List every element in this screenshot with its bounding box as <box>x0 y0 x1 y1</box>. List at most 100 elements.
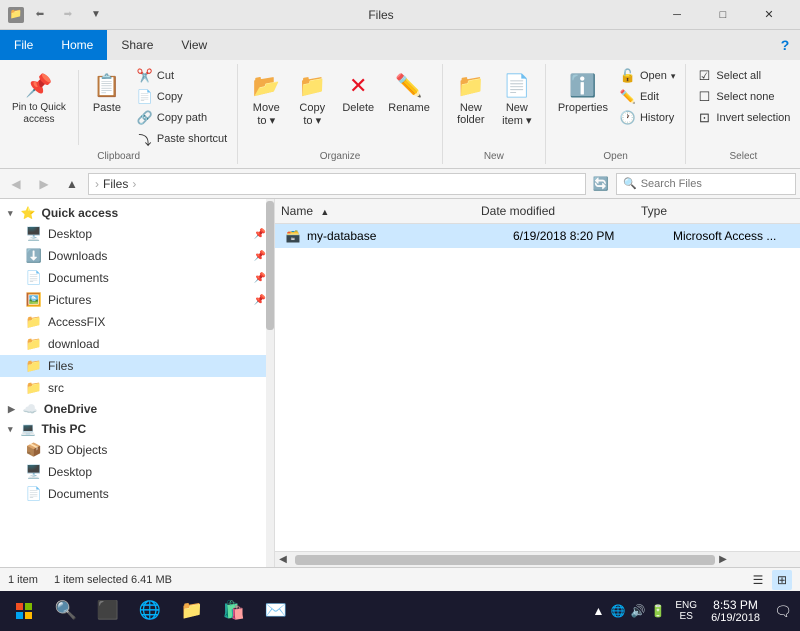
move-to-button[interactable]: 📂 Moveto ▾ <box>244 66 288 131</box>
paste-shortcut-button[interactable]: ⤵ Paste shortcut <box>133 129 231 149</box>
file-row-my-database[interactable]: 🗃️ my-database 6/19/2018 8:20 PM Microso… <box>275 224 800 248</box>
copy-to-button[interactable]: 📁 Copyto ▾ <box>290 66 334 131</box>
tab-file[interactable]: File <box>0 30 47 60</box>
sidebar-onedrive[interactable]: ▶ ☁️ OneDrive <box>0 399 274 419</box>
sidebar-item-accessfix[interactable]: 📁 AccessFIX <box>0 311 274 333</box>
sidebar-item-desktop[interactable]: 🖥️ Desktop 📌 <box>0 223 274 245</box>
file-explorer-button[interactable]: 📁 <box>172 591 212 631</box>
details-view-button[interactable]: ☰ <box>748 570 768 590</box>
edge-button[interactable]: 🌐 <box>130 591 170 631</box>
files-folder-icon: 📁 <box>26 358 42 374</box>
history-button[interactable]: 🕐 History <box>616 108 679 128</box>
language-box[interactable]: ENG ES <box>671 600 701 622</box>
copy-to-icon: 📁 <box>296 70 328 102</box>
properties-label: Properties <box>558 102 608 114</box>
col-name-header[interactable]: Name ▲ <box>275 201 475 221</box>
back-button[interactable]: ◀ <box>4 173 28 195</box>
copy-path-button[interactable]: 🔗 Copy path <box>133 108 231 128</box>
close-button[interactable]: ✕ <box>746 0 792 30</box>
desktop2-icon: 🖥️ <box>26 464 42 480</box>
title-bar-down[interactable]: ▼ <box>84 4 108 26</box>
paste-button[interactable]: 📋 Paste <box>85 66 129 149</box>
network-icon[interactable]: 🌐 <box>609 602 627 620</box>
sidebar-item-src[interactable]: 📁 src <box>0 377 274 399</box>
select-none-button[interactable]: ☐ Select none <box>692 87 794 107</box>
desktop-icon: 🖥️ <box>26 226 42 242</box>
desktop-label: Desktop <box>48 227 92 241</box>
open-icon: 🔓 <box>620 68 636 84</box>
sidebar-item-desktop2[interactable]: 🖥️ Desktop <box>0 461 274 483</box>
new-folder-button[interactable]: 📁 Newfolder <box>449 66 493 130</box>
col-type-header[interactable]: Type <box>635 201 800 221</box>
invert-selection-button[interactable]: ⊡ Invert selection <box>692 108 794 128</box>
sidebar-item-3d-objects[interactable]: 📦 3D Objects <box>0 439 274 461</box>
scissors-icon: ✂️ <box>137 68 153 84</box>
sidebar-item-files[interactable]: 📁 Files <box>0 355 274 377</box>
tab-share[interactable]: Share <box>107 30 167 60</box>
paste-shortcut-icon: ⤵ <box>137 131 153 147</box>
pictures-icon: 🖼️ <box>26 292 42 308</box>
maximize-button[interactable]: □ <box>700 0 746 30</box>
mail-button[interactable]: ✉️ <box>256 591 296 631</box>
tab-home[interactable]: Home <box>47 30 107 60</box>
sidebar-item-pictures[interactable]: 🖼️ Pictures 📌 <box>0 289 274 311</box>
3d-objects-icon: 📦 <box>26 442 42 458</box>
up-button[interactable]: ▲ <box>60 173 84 195</box>
open-button[interactable]: 🔓 Open ▾ <box>616 66 679 86</box>
history-icon: 🕐 <box>620 110 636 126</box>
refresh-button[interactable]: 🔄 <box>590 173 612 195</box>
pin-quick-access-button[interactable]: 📌 Pin to Quickaccess <box>6 66 72 130</box>
new-item-button[interactable]: 📄 Newitem ▾ <box>495 66 539 131</box>
delete-button[interactable]: ✕ Delete <box>336 66 380 118</box>
store-button[interactable]: 🛍️ <box>214 591 254 631</box>
file-icon-my-database: 🗃️ <box>283 226 303 246</box>
volume-icon[interactable]: 🔊 <box>629 602 647 620</box>
sidebar-quick-access-header[interactable]: ▾ ⭐ Quick access <box>0 203 274 223</box>
copy-to-label: Copyto ▾ <box>299 102 325 127</box>
sidebar-scrollbar[interactable] <box>266 199 274 567</box>
move-to-label: Moveto ▾ <box>253 102 280 127</box>
taskbar-right: ▲ 🌐 🔊 🔋 ENG ES 8:53 PM 6/19/2018 🗨 <box>589 591 796 631</box>
rename-button[interactable]: ✏️ Rename <box>382 66 436 118</box>
search-box[interactable]: 🔍 <box>616 173 796 195</box>
large-icons-view-button[interactable]: ⊞ <box>772 570 792 590</box>
cut-button[interactable]: ✂️ Cut <box>133 66 231 86</box>
address-path[interactable]: › Files › <box>88 173 586 195</box>
select-group: ☑ Select all ☐ Select none ⊡ Invert sele… <box>686 64 800 164</box>
col-date-header[interactable]: Date modified <box>475 201 635 221</box>
tab-view[interactable]: View <box>167 30 221 60</box>
forward-button[interactable]: ▶ <box>32 173 56 195</box>
documents-icon: 📄 <box>26 270 42 286</box>
help-button[interactable]: ? <box>770 30 800 60</box>
tray-up-arrow[interactable]: ▲ <box>589 602 607 620</box>
clock[interactable]: 8:53 PM 6/19/2018 <box>705 598 766 624</box>
copy-button[interactable]: 📄 Copy <box>133 87 231 107</box>
scroll-right-btn[interactable]: ▶ <box>715 552 731 568</box>
sidebar-item-download[interactable]: 📁 download <box>0 333 274 355</box>
search-taskbar-button[interactable]: 🔍 <box>46 591 86 631</box>
scroll-thumb[interactable] <box>295 555 715 565</box>
horizontal-scrollbar[interactable]: ◀ ▶ <box>275 551 800 567</box>
start-button[interactable] <box>4 591 44 631</box>
battery-icon[interactable]: 🔋 <box>649 602 667 620</box>
quick-access-btn[interactable]: ⬅ <box>28 4 52 26</box>
sidebar-item-documents2[interactable]: 📄 Documents <box>0 483 274 505</box>
properties-button[interactable]: ℹ️ Properties <box>552 66 614 118</box>
edit-button[interactable]: ✏️ Edit <box>616 87 679 107</box>
paste-label: Paste <box>93 102 121 114</box>
downloads-icon: ⬇️ <box>26 248 42 264</box>
minimize-button[interactable]: ─ <box>654 0 700 30</box>
clipboard-buttons: 📌 Pin to Quickaccess 📋 Paste ✂️ <box>6 66 231 149</box>
scroll-left-btn[interactable]: ◀ <box>275 552 291 568</box>
sidebar-item-downloads[interactable]: ⬇️ Downloads 📌 <box>0 245 274 267</box>
select-all-button[interactable]: ☑ Select all <box>692 66 794 86</box>
sidebar-item-documents[interactable]: 📄 Documents 📌 <box>0 267 274 289</box>
search-input[interactable] <box>641 178 789 190</box>
pin-documents-icon: 📌 <box>254 273 266 284</box>
back-arrow-title[interactable]: ➡ <box>56 4 80 26</box>
sidebar-this-pc[interactable]: ▾ 💻 This PC <box>0 419 274 439</box>
file-type-label: Microsoft Access ... <box>673 229 776 243</box>
task-view-button[interactable]: ⬛ <box>88 591 128 631</box>
notification-button[interactable]: 🗨 <box>770 591 796 631</box>
cut-label: Cut <box>157 70 174 82</box>
